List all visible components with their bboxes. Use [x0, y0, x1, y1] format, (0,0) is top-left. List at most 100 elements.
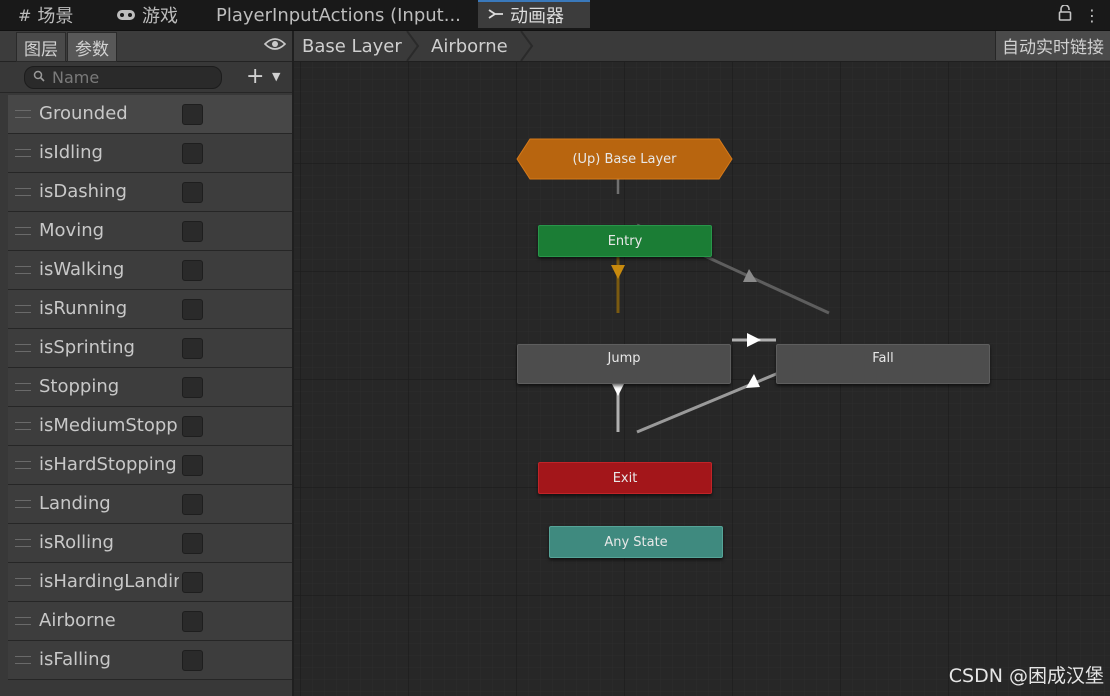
parameter-checkbox[interactable] — [182, 182, 203, 203]
editor-tab-bar: # 场景 游戏 PlayerInputActions (Input... 动画器… — [0, 0, 1110, 31]
lock-icon[interactable] — [1058, 4, 1072, 25]
parameter-row[interactable]: isIdling — [8, 134, 292, 173]
tab-parameters[interactable]: 参数 — [67, 32, 117, 62]
breadcrumb-base-layer[interactable]: Base Layer — [302, 31, 402, 61]
parameter-name[interactable]: Moving — [39, 220, 179, 241]
state-jump[interactable]: Jump — [517, 344, 731, 384]
parameter-row[interactable]: Airborne — [8, 602, 292, 641]
tab-input-actions[interactable]: PlayerInputActions (Input... — [216, 0, 461, 30]
drag-handle-icon[interactable] — [15, 227, 31, 235]
drag-handle-icon[interactable] — [15, 656, 31, 664]
parameter-name[interactable]: isRunning — [39, 298, 179, 319]
drag-handle-icon[interactable] — [15, 500, 31, 508]
auto-live-link-button[interactable]: 自动实时链接 — [995, 31, 1110, 60]
watermark: CSDN @困成汉堡 — [948, 665, 1104, 687]
tab-animator[interactable]: 动画器 — [478, 0, 590, 28]
eye-icon[interactable] — [263, 36, 287, 56]
parameter-name[interactable]: Airborne — [39, 610, 179, 631]
parameter-row[interactable]: Landing — [8, 485, 292, 524]
parameter-name[interactable]: isIdling — [39, 142, 179, 163]
parameter-checkbox[interactable] — [182, 221, 203, 242]
parameter-checkbox[interactable] — [182, 650, 203, 671]
add-parameter-button[interactable]: + — [246, 64, 264, 89]
parameter-row[interactable]: isHardStopping — [8, 446, 292, 485]
parameter-name[interactable]: isHardingLanding — [39, 571, 179, 592]
parameters-panel: 图层 参数 + ▼ Grounded isIdling isDashing Movin… — [0, 31, 294, 696]
drag-handle-icon[interactable] — [15, 617, 31, 625]
parameter-row[interactable]: Grounded — [8, 95, 292, 134]
parameter-checkbox[interactable] — [182, 377, 203, 398]
parameter-checkbox[interactable] — [182, 611, 203, 632]
parameter-checkbox[interactable] — [182, 533, 203, 554]
state-up-base-layer[interactable]: (Up) Base Layer — [516, 138, 733, 180]
parameter-name[interactable]: isRolling — [39, 532, 179, 553]
parameter-row[interactable]: Stopping — [8, 368, 292, 407]
parameter-row[interactable]: isRolling — [8, 524, 292, 563]
drag-handle-icon[interactable] — [15, 539, 31, 547]
parameter-checkbox[interactable] — [182, 572, 203, 593]
parameter-row[interactable]: isMediumStopping — [8, 407, 292, 446]
drag-handle-icon[interactable] — [15, 188, 31, 196]
animator-icon — [488, 6, 504, 25]
gamepad-icon — [116, 6, 136, 25]
drag-handle-icon[interactable] — [15, 344, 31, 352]
search-input[interactable] — [50, 67, 204, 88]
tab-game[interactable]: 游戏 — [116, 0, 178, 30]
parameter-name[interactable]: isDashing — [39, 181, 179, 202]
parameter-checkbox[interactable] — [182, 260, 203, 281]
kebab-menu-icon[interactable]: ⋮ — [1084, 6, 1100, 25]
parameter-checkbox[interactable] — [182, 143, 203, 164]
drag-handle-icon[interactable] — [15, 422, 31, 430]
drag-handle-icon[interactable] — [15, 149, 31, 157]
parameter-name[interactable]: isHardStopping — [39, 454, 179, 475]
drag-handle-icon[interactable] — [15, 383, 31, 391]
tab-scene[interactable]: # 场景 — [18, 0, 73, 30]
parameter-checkbox[interactable] — [182, 299, 203, 320]
parameter-row[interactable]: isFalling — [8, 641, 292, 680]
tab-tools: ⋮ — [1058, 0, 1100, 30]
parameter-row[interactable]: isDashing — [8, 173, 292, 212]
breadcrumb-airborne[interactable]: Airborne — [431, 31, 508, 61]
animator-graph: Base Layer Airborne 自动实时链接 (Up) Base Lay… — [294, 31, 1110, 696]
parameter-checkbox[interactable] — [182, 104, 203, 125]
drag-handle-icon[interactable] — [15, 461, 31, 469]
parameter-row[interactable]: isRunning — [8, 290, 292, 329]
parameter-row[interactable]: isSprinting — [8, 329, 292, 368]
state-entry[interactable]: Entry — [538, 225, 712, 257]
parameter-checkbox[interactable] — [182, 416, 203, 437]
parameter-row[interactable]: isHardingLanding — [8, 563, 292, 602]
parameter-name[interactable]: isFalling — [39, 649, 179, 670]
panel-header: 图层 参数 — [0, 31, 292, 62]
drag-handle-icon[interactable] — [15, 578, 31, 586]
state-any[interactable]: Any State — [549, 526, 723, 558]
breadcrumb-separator-icon — [406, 31, 420, 61]
state-up-label: (Up) Base Layer — [572, 151, 677, 167]
parameter-name[interactable]: isMediumStopping — [39, 415, 179, 436]
search-field[interactable] — [24, 66, 222, 89]
drag-handle-icon[interactable] — [15, 305, 31, 313]
state-exit[interactable]: Exit — [538, 462, 712, 494]
state-fall[interactable]: Fall — [776, 344, 990, 384]
chevron-down-icon[interactable]: ▼ — [272, 70, 280, 83]
tab-game-label: 游戏 — [142, 6, 178, 27]
breadcrumb-separator-icon — [520, 31, 534, 61]
tab-input-actions-label: PlayerInputActions (Input... — [216, 4, 461, 26]
parameter-checkbox[interactable] — [182, 494, 203, 515]
parameter-name[interactable]: Stopping — [39, 376, 179, 397]
drag-handle-icon[interactable] — [15, 266, 31, 274]
parameter-checkbox[interactable] — [182, 338, 203, 359]
parameter-name[interactable]: Landing — [39, 493, 179, 514]
graph-canvas[interactable]: (Up) Base Layer Entry Jump Fall Exit Any… — [294, 62, 1110, 696]
parameter-name[interactable]: isWalking — [39, 259, 179, 280]
tab-scene-label: 场景 — [37, 6, 74, 27]
parameter-name[interactable]: isSprinting — [39, 337, 179, 358]
parameter-checkbox[interactable] — [182, 455, 203, 476]
drag-handle-icon[interactable] — [15, 110, 31, 118]
parameter-name[interactable]: Grounded — [39, 103, 179, 124]
parameter-row[interactable]: isWalking — [8, 251, 292, 290]
tab-layers[interactable]: 图层 — [16, 32, 66, 62]
parameter-row[interactable]: Moving — [8, 212, 292, 251]
grid-icon: # — [18, 5, 32, 25]
tab-animator-label: 动画器 — [510, 6, 564, 27]
parameter-list: Grounded isIdling isDashing Moving isWalking… — [8, 95, 292, 680]
